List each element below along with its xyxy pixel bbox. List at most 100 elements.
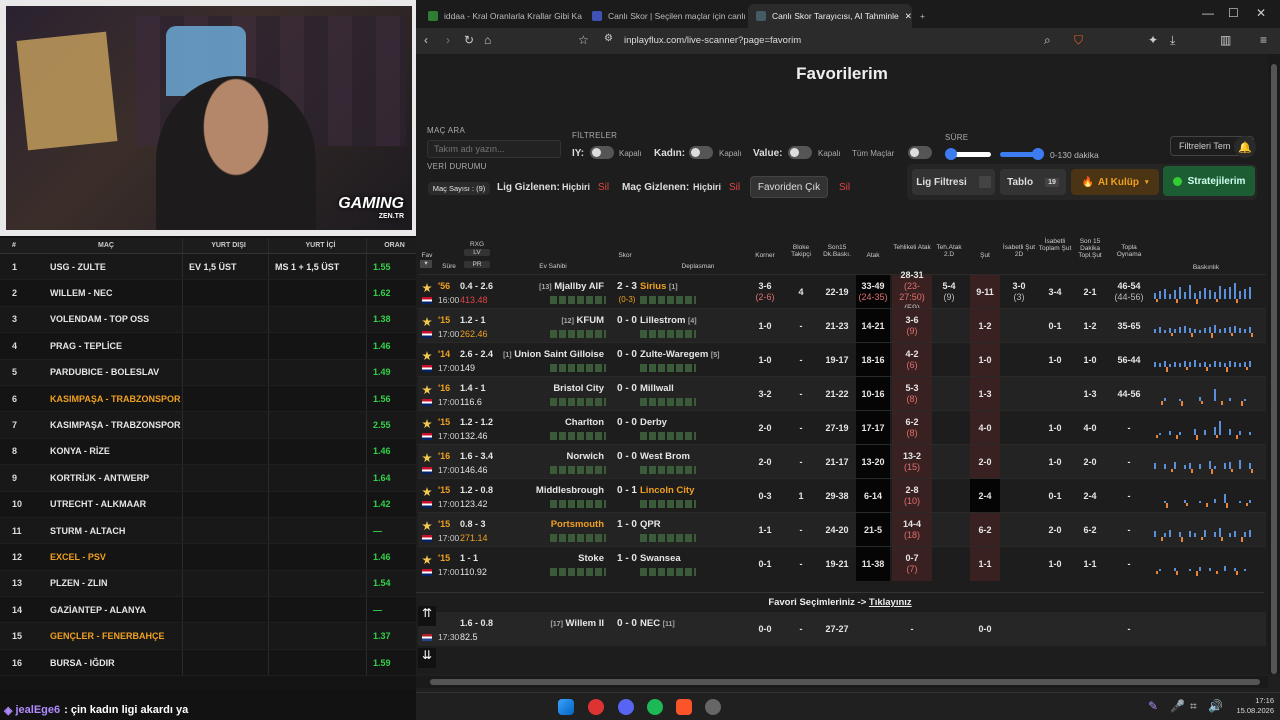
discord-icon[interactable] bbox=[618, 699, 634, 715]
favorite-star-icon[interactable] bbox=[422, 419, 432, 429]
col-home: Ev Sahibi bbox=[539, 263, 567, 270]
table-button[interactable]: Tablo 19 bbox=[1000, 169, 1066, 195]
remove-favorite-delete[interactable]: Sil bbox=[839, 182, 850, 193]
extra-match-row[interactable]: 17:30 1.6 - 0.8 82.5 [17] Willem II 0 - … bbox=[418, 612, 1266, 646]
women-toggle[interactable] bbox=[689, 146, 713, 159]
duration-handle-max[interactable] bbox=[1032, 148, 1044, 160]
favorite-star-icon[interactable] bbox=[422, 487, 432, 497]
list-item[interactable]: 1 USG - ZULTE EV 1,5 ÜST MS 1 + 1,5 ÜST 1.55 bbox=[0, 254, 416, 281]
ai-club-button[interactable]: 🔥 AI Kulüp ▾ bbox=[1071, 169, 1159, 195]
table-row[interactable]: '16 17:00 1.6 - 3.4 146.46 Norwich 0 - 0 West … bbox=[418, 444, 1266, 479]
league-hidden-delete[interactable]: Sil bbox=[598, 182, 609, 193]
value-toggle[interactable] bbox=[788, 146, 812, 159]
strategies-button[interactable]: Stratejilerim bbox=[1163, 166, 1255, 196]
favorite-star-icon[interactable] bbox=[422, 385, 432, 395]
tab-iddaa[interactable]: iddaa - Kral Oranlarla Krallar Gibi Ka bbox=[420, 4, 584, 28]
new-tab-button[interactable]: + bbox=[912, 4, 936, 28]
list-item[interactable]: 10 UTRECHT - ALKMAAR 1.42 bbox=[0, 491, 416, 518]
league-filter-button[interactable]: Lig Filtresi bbox=[912, 169, 995, 195]
minimize-icon[interactable]: — bbox=[1202, 6, 1214, 20]
cell-danger: 13-2 (15) bbox=[892, 445, 932, 479]
sidebar-icon[interactable]: ▥ bbox=[1220, 33, 1231, 47]
close-window-icon[interactable]: ✕ bbox=[1256, 6, 1266, 20]
scroll-top-icon[interactable]: ⇈ bbox=[418, 606, 436, 626]
favorite-star-icon[interactable] bbox=[422, 283, 432, 293]
favorite-star-icon[interactable] bbox=[422, 555, 432, 565]
volume-icon[interactable]: 🔊 bbox=[1208, 699, 1223, 713]
col-lv[interactable]: LV bbox=[464, 249, 490, 256]
match-hidden-delete[interactable]: Sil bbox=[729, 182, 740, 193]
list-item[interactable]: 15 GENÇLER - FENERBAHÇE 1.37 bbox=[0, 623, 416, 650]
menu-icon[interactable]: ≡ bbox=[1260, 33, 1267, 47]
brave-shield-icon[interactable]: ⛉ bbox=[1074, 33, 1083, 48]
list-item[interactable]: 8 KONYA - RİZE 1.46 bbox=[0, 438, 416, 466]
list-item[interactable]: 4 PRAG - TEPLİCE 1.46 bbox=[0, 333, 416, 360]
bookmark-icon[interactable]: ☆ bbox=[578, 33, 589, 47]
spark-bar bbox=[1164, 533, 1166, 537]
globe-icon[interactable] bbox=[705, 699, 721, 715]
spark-bar-away bbox=[1211, 469, 1213, 474]
col-pr[interactable]: PR bbox=[464, 261, 490, 268]
fav-sort-icon[interactable]: ▾ bbox=[420, 260, 432, 268]
tab-close-icon[interactable]: ✕ bbox=[905, 11, 912, 22]
home-icon[interactable]: ⌂ bbox=[484, 33, 491, 47]
url-text[interactable]: inplayflux.com/live-scanner?page=favorim bbox=[624, 35, 801, 46]
maximize-icon[interactable]: ☐ bbox=[1228, 6, 1239, 20]
brave-icon[interactable] bbox=[676, 699, 692, 715]
table-row[interactable]: '15 17:00 0.8 - 3 271.14 Portsmouth 1 - 0 QPR 1… bbox=[418, 512, 1266, 547]
list-item[interactable]: 11 STURM - ALTACH — bbox=[0, 517, 416, 545]
favorite-star-icon[interactable] bbox=[422, 521, 432, 531]
search-input[interactable] bbox=[427, 140, 561, 158]
extension-icon[interactable]: ✦ bbox=[1148, 33, 1158, 47]
table-row[interactable]: '15 17:00 1.2 - 1.2 132.46 Charlton 0 - 0 Derb… bbox=[418, 410, 1266, 445]
list-item[interactable]: 16 BURSA - IĞDIR 1.59 bbox=[0, 649, 416, 677]
table-row[interactable]: '15 17:00 1.2 - 1 262.46 [12] KFUM 0 - 0 Lille… bbox=[418, 308, 1266, 343]
all-matches-toggle[interactable] bbox=[908, 146, 932, 159]
horizontal-scrollbar[interactable] bbox=[416, 676, 1268, 688]
country-flag-icon bbox=[422, 365, 432, 372]
mic-icon[interactable]: 🎤 bbox=[1170, 699, 1185, 713]
list-item[interactable]: 13 PLZEN - ZLIN 1.54 bbox=[0, 570, 416, 598]
tab-live-scanner[interactable]: Canlı Skor Tarayıcısı, AI Tahminle ✕ bbox=[748, 4, 912, 28]
reload-icon[interactable]: ↻ bbox=[464, 33, 474, 47]
favorite-star-icon[interactable] bbox=[422, 453, 432, 463]
duration-handle-min[interactable] bbox=[945, 148, 957, 160]
list-item[interactable]: 5 PARDUBICE - BOLESLAV 1.49 bbox=[0, 359, 416, 386]
list-item[interactable]: 2 WILLEM - NEC 1.62 bbox=[0, 280, 416, 307]
list-item[interactable]: 9 KORTRİJK - ANTWERP 1.64 bbox=[0, 465, 416, 492]
notification-bell-icon[interactable]: 🔔 bbox=[1234, 136, 1256, 158]
app-icon-chrome[interactable] bbox=[588, 699, 604, 715]
back-icon[interactable]: ‹ bbox=[424, 33, 428, 47]
site-info-icon[interactable]: ⚙ bbox=[604, 33, 613, 44]
list-item[interactable]: 6 KASIMPAŞA - TRABZONSPOR 1.56 bbox=[0, 385, 416, 413]
spark-bar-away bbox=[1206, 503, 1208, 507]
windows-start-icon[interactable] bbox=[558, 699, 574, 715]
network-icon[interactable]: ⌗ bbox=[1190, 699, 1197, 714]
pen-icon[interactable]: ✎ bbox=[1148, 699, 1158, 713]
spotify-icon[interactable] bbox=[647, 699, 663, 715]
zoom-icon[interactable]: ⌕ bbox=[1044, 33, 1051, 48]
iy-toggle[interactable] bbox=[590, 146, 614, 159]
forward-icon[interactable]: › bbox=[446, 33, 450, 47]
list-item[interactable]: 14 GAZİANTEP - ALANYA — bbox=[0, 597, 416, 624]
table-row[interactable]: '16 17:00 1.4 - 1 116.6 Bristol City 0 - 0 Mil… bbox=[418, 376, 1266, 411]
table-row[interactable]: '15 17:00 1 - 1 110.92 Stoke 1 - 0 Swansea 0-1 -… bbox=[418, 546, 1266, 581]
remove-favorite-button[interactable]: Favoriden Çık bbox=[750, 176, 828, 198]
scrollbar-thumb[interactable] bbox=[1271, 64, 1277, 674]
hscrollbar-thumb[interactable] bbox=[430, 679, 1260, 685]
downloads-icon[interactable]: ⤓ bbox=[1170, 33, 1175, 48]
tab-canli-skor[interactable]: Canlı Skor | Seçilen maçlar için canlı bbox=[584, 4, 748, 28]
table-row[interactable]: '15 17:00 1.2 - 0.8 123.42 Middlesbrough 0 - … bbox=[418, 478, 1266, 513]
favorite-link[interactable]: Tıklayınız bbox=[869, 597, 912, 608]
vertical-scrollbar[interactable] bbox=[1268, 54, 1280, 674]
scroll-bottom-icon[interactable]: ⇊ bbox=[418, 648, 436, 668]
favorite-star-icon[interactable] bbox=[422, 317, 432, 327]
clock[interactable]: 17:16 15.08.2026 bbox=[1224, 696, 1274, 716]
list-item[interactable]: 12 EXCEL - PSV 1.46 bbox=[0, 544, 416, 571]
list-item[interactable]: 3 VOLENDAM - TOP OSS 1.38 bbox=[0, 306, 416, 334]
list-item[interactable]: 7 KASIMPAŞA - TRABZONSPOR 2.55 bbox=[0, 412, 416, 439]
favorite-star-icon[interactable] bbox=[422, 351, 432, 361]
match-time: 17:00 bbox=[438, 499, 460, 509]
table-row[interactable]: '14 17:00 2.6 - 2.4 149 [1] Union Saint Gill… bbox=[418, 342, 1266, 377]
table-row[interactable]: '56 16:00 0.4 - 2.6 413.48 [13] Mjallby AIF 2… bbox=[418, 270, 1266, 313]
